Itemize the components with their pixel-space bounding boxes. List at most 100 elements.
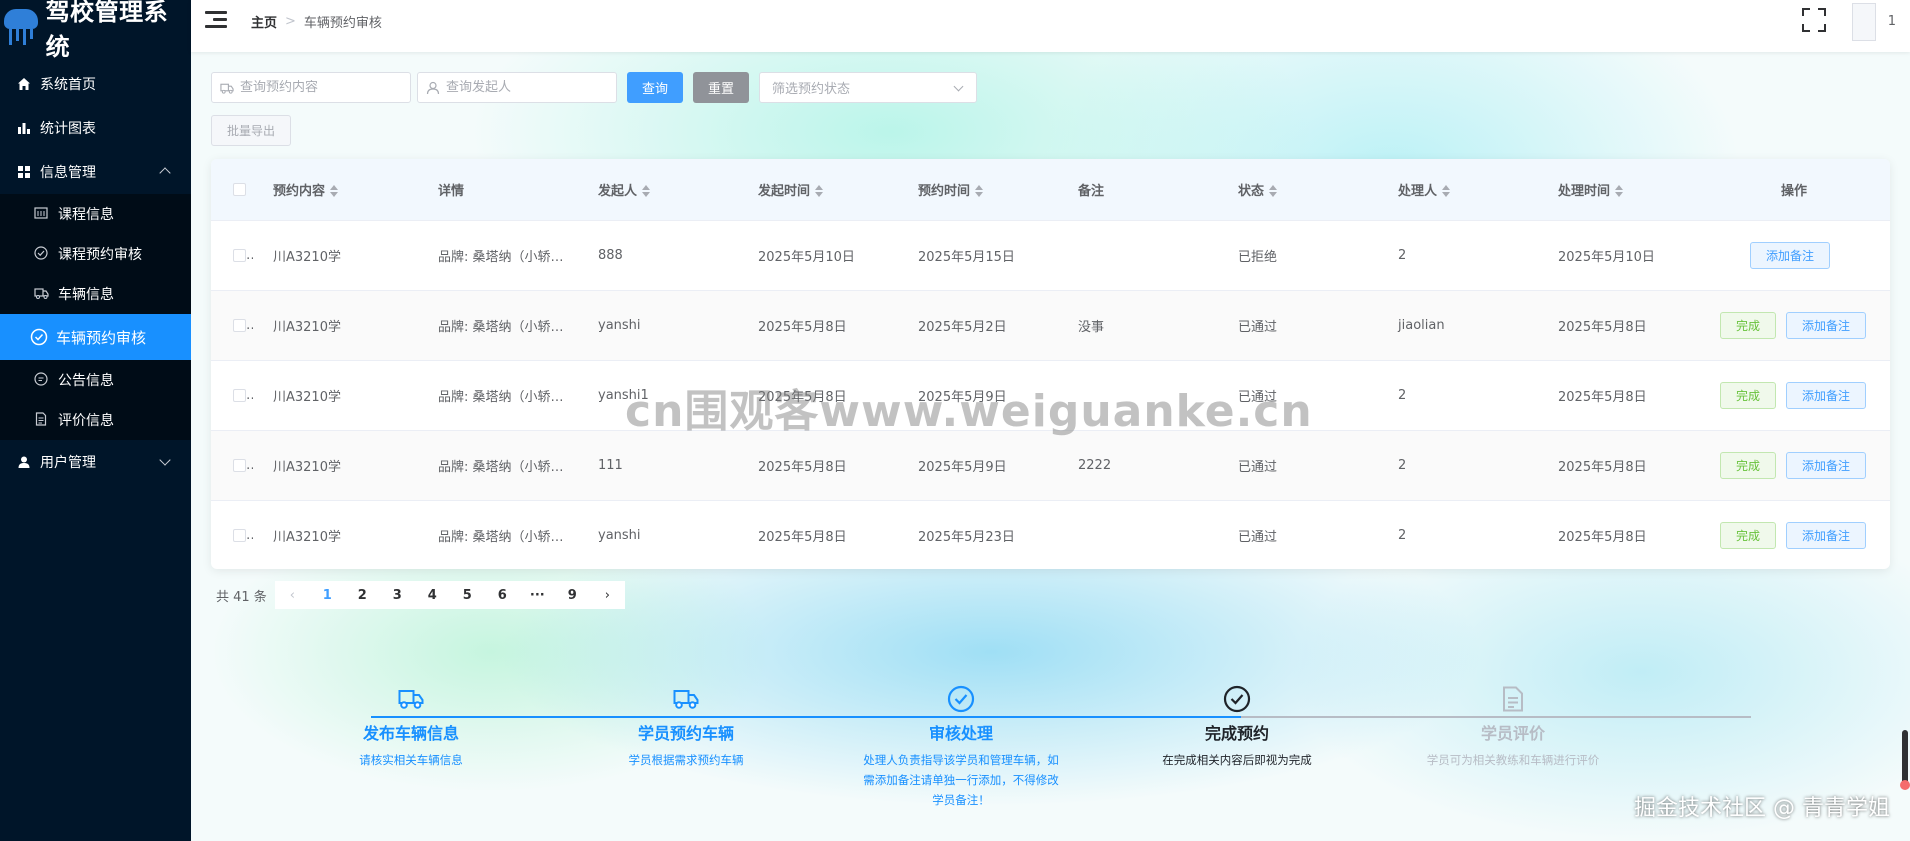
page-3[interactable]: 3 xyxy=(380,581,415,609)
col-handler[interactable]: 处理人 xyxy=(1378,159,1538,220)
sort-icon[interactable] xyxy=(1615,185,1624,198)
breadcrumb-home[interactable]: 主页 xyxy=(251,12,277,31)
page-4[interactable]: 4 xyxy=(415,581,450,609)
sidebar-item-reviews[interactable]: 评价信息 xyxy=(0,400,191,440)
sort-icon[interactable] xyxy=(642,185,651,198)
next-page-icon[interactable]: › xyxy=(590,581,625,609)
cell-handler: 2 xyxy=(1398,387,1407,403)
reset-button[interactable]: 重置 xyxy=(693,72,749,103)
complete-button[interactable]: 完成 xyxy=(1720,381,1776,409)
table-row[interactable]: 川A3210学 品牌: 桑塔纳（小轿车… 111 2025年5月8日 2025年5月9日… xyxy=(211,430,1890,500)
page-5[interactable]: 5 xyxy=(450,581,485,609)
sort-icon[interactable] xyxy=(1269,185,1278,198)
col-status[interactable]: 状态 xyxy=(1218,159,1378,220)
sidebar-item-charts[interactable]: 统计图表 xyxy=(0,106,191,150)
truck-icon xyxy=(396,684,426,714)
sidebar-item-course-info[interactable]: 课程信息 xyxy=(0,194,191,234)
sidebar-item-info-management[interactable]: 信息管理 xyxy=(0,150,191,194)
step-3: 审核处理 处理人负责指导该学员和管理车辆，如需添加备注请单独一行添加，不得修改学员… xyxy=(841,684,1081,810)
add-note-button[interactable]: 添加备注 xyxy=(1786,311,1866,339)
row-actions: 完成 添加备注 xyxy=(1698,451,1882,479)
thermometer-icon xyxy=(1900,730,1910,790)
step-description: 学员根据需求预约车辆 xyxy=(628,753,744,767)
cell-handle-time: 2025年5月8日 xyxy=(1558,319,1647,335)
page-9[interactable]: 9 xyxy=(555,581,590,609)
status-filter-placeholder: 筛选预约状态 xyxy=(772,82,851,97)
calendar-icon xyxy=(34,206,50,222)
table-row[interactable]: 川A3210学 品牌: 桑塔纳（小轿车… 888 2025年5月10日 2025年5月1… xyxy=(211,220,1890,290)
sidebar-item-vehicle-info[interactable]: 车辆信息 xyxy=(0,274,191,314)
sidebar-item-course-booking-review[interactable]: 课程预约审核 xyxy=(0,234,191,274)
add-note-button[interactable]: 添加备注 xyxy=(1786,521,1866,549)
cell-initiator: 888 xyxy=(598,247,623,263)
page-2[interactable]: 2 xyxy=(345,581,380,609)
content-search-field[interactable] xyxy=(211,72,411,103)
page-1[interactable]: 1 xyxy=(310,581,345,609)
table-row[interactable]: 川A3210学 品牌: 桑塔纳（小轿车… yanshi 2025年5月8日 2025年5… xyxy=(211,500,1890,569)
col-content[interactable]: 预约内容 xyxy=(253,159,418,220)
status-filter-select[interactable]: 筛选预约状态 xyxy=(759,72,977,103)
cell-status: 已通过 xyxy=(1238,389,1278,405)
col-start-time[interactable]: 发起时间 xyxy=(738,159,898,220)
sidebar-item-home[interactable]: 系统首页 xyxy=(0,62,191,106)
sidebar-item-vehicle-booking-review[interactable]: 车辆预约审核 xyxy=(0,314,191,360)
complete-button[interactable]: 完成 xyxy=(1720,521,1776,549)
col-handle-time[interactable]: 处理时间 xyxy=(1538,159,1698,220)
sort-icon[interactable] xyxy=(1442,185,1451,198)
add-note-button[interactable]: 添加备注 xyxy=(1786,381,1866,409)
initiator-search-field[interactable] xyxy=(417,72,617,103)
app-logo[interactable]: 驾校管理系统 xyxy=(0,0,191,61)
process-steps: 发布车辆信息 请核实相关车辆信息 学员预约车辆 学员根据需求预约车辆 审核处理 处理人负责… xyxy=(191,632,1910,807)
step-title: 学员预约车辆 xyxy=(637,724,734,743)
row-checkbox[interactable] xyxy=(233,388,246,402)
sidebar-item-label: 统计图表 xyxy=(40,121,96,137)
user-name[interactable]: 1 xyxy=(1888,14,1896,29)
avatar[interactable] xyxy=(1852,3,1876,41)
breadcrumb-separator: > xyxy=(285,14,296,29)
add-note-button[interactable]: 添加备注 xyxy=(1786,451,1866,479)
menu-toggle-icon[interactable] xyxy=(205,11,227,31)
table-row[interactable]: 川A3210学 品牌: 桑塔纳（小轿车… yanshi 2025年5月8日 2025年5… xyxy=(211,290,1890,360)
fullscreen-icon[interactable] xyxy=(1802,8,1826,32)
row-checkbox[interactable] xyxy=(233,458,246,472)
batch-export-button[interactable]: 批量导出 xyxy=(211,115,291,146)
col-initiator[interactable]: 发起人 xyxy=(578,159,738,220)
cell-handle-time: 2025年5月10日 xyxy=(1558,249,1655,265)
sort-icon[interactable] xyxy=(330,185,339,198)
sort-icon[interactable] xyxy=(815,185,824,198)
col-remark: 备注 xyxy=(1078,183,1105,199)
row-actions: 完成 添加备注 xyxy=(1698,311,1882,339)
add-note-button[interactable]: 添加备注 xyxy=(1750,241,1830,269)
bar-chart-icon xyxy=(16,120,32,136)
cell-status: 已通过 xyxy=(1238,459,1278,475)
page-6[interactable]: 6 xyxy=(485,581,520,609)
content-search-input[interactable] xyxy=(240,80,390,95)
table-body: 川A3210学 品牌: 桑塔纳（小轿车… 888 2025年5月10日 2025年5月1… xyxy=(211,220,1890,569)
row-checkbox[interactable] xyxy=(233,528,246,542)
pagination: 共 41 条 ‹ 1 2 3 4 5 6 ··· 9 › xyxy=(211,581,625,609)
query-button[interactable]: 查询 xyxy=(627,72,683,103)
complete-button[interactable]: 完成 xyxy=(1720,311,1776,339)
sidebar-item-announcements[interactable]: 公告信息 xyxy=(0,360,191,400)
cell-handle-time: 2025年5月8日 xyxy=(1558,459,1647,475)
sort-icon[interactable] xyxy=(975,185,984,198)
cell-handler: 2 xyxy=(1398,527,1407,543)
complete-button[interactable]: 完成 xyxy=(1720,451,1776,479)
row-checkbox[interactable] xyxy=(233,248,246,262)
prev-page-icon[interactable]: ‹ xyxy=(275,581,310,609)
check-circle-icon xyxy=(34,246,50,262)
cell-initiator: yanshi xyxy=(598,527,641,543)
cell-remark xyxy=(1058,500,1218,569)
col-booking-time[interactable]: 预约时间 xyxy=(898,159,1058,220)
booking-table: 预约内容 详情 发起人 发起时间 预约时间 备注 状态 处理人 处理时间 操作 … xyxy=(211,159,1890,569)
select-all-checkbox[interactable] xyxy=(233,182,246,196)
pagination-ellipsis[interactable]: ··· xyxy=(520,581,555,609)
document-icon xyxy=(34,412,50,428)
breadcrumb-current: 车辆预约审核 xyxy=(303,16,382,31)
initiator-search-input[interactable] xyxy=(446,80,596,95)
sidebar-item-user-management[interactable]: 用户管理 xyxy=(0,440,191,484)
chevron-up-icon xyxy=(159,167,171,179)
table-row[interactable]: 川A3210学 品牌: 桑塔纳（小轿车… yanshi1 2025年5月8日 2025年… xyxy=(211,360,1890,430)
row-checkbox[interactable] xyxy=(233,318,246,332)
cell-start-time: 2025年5月8日 xyxy=(758,459,847,475)
